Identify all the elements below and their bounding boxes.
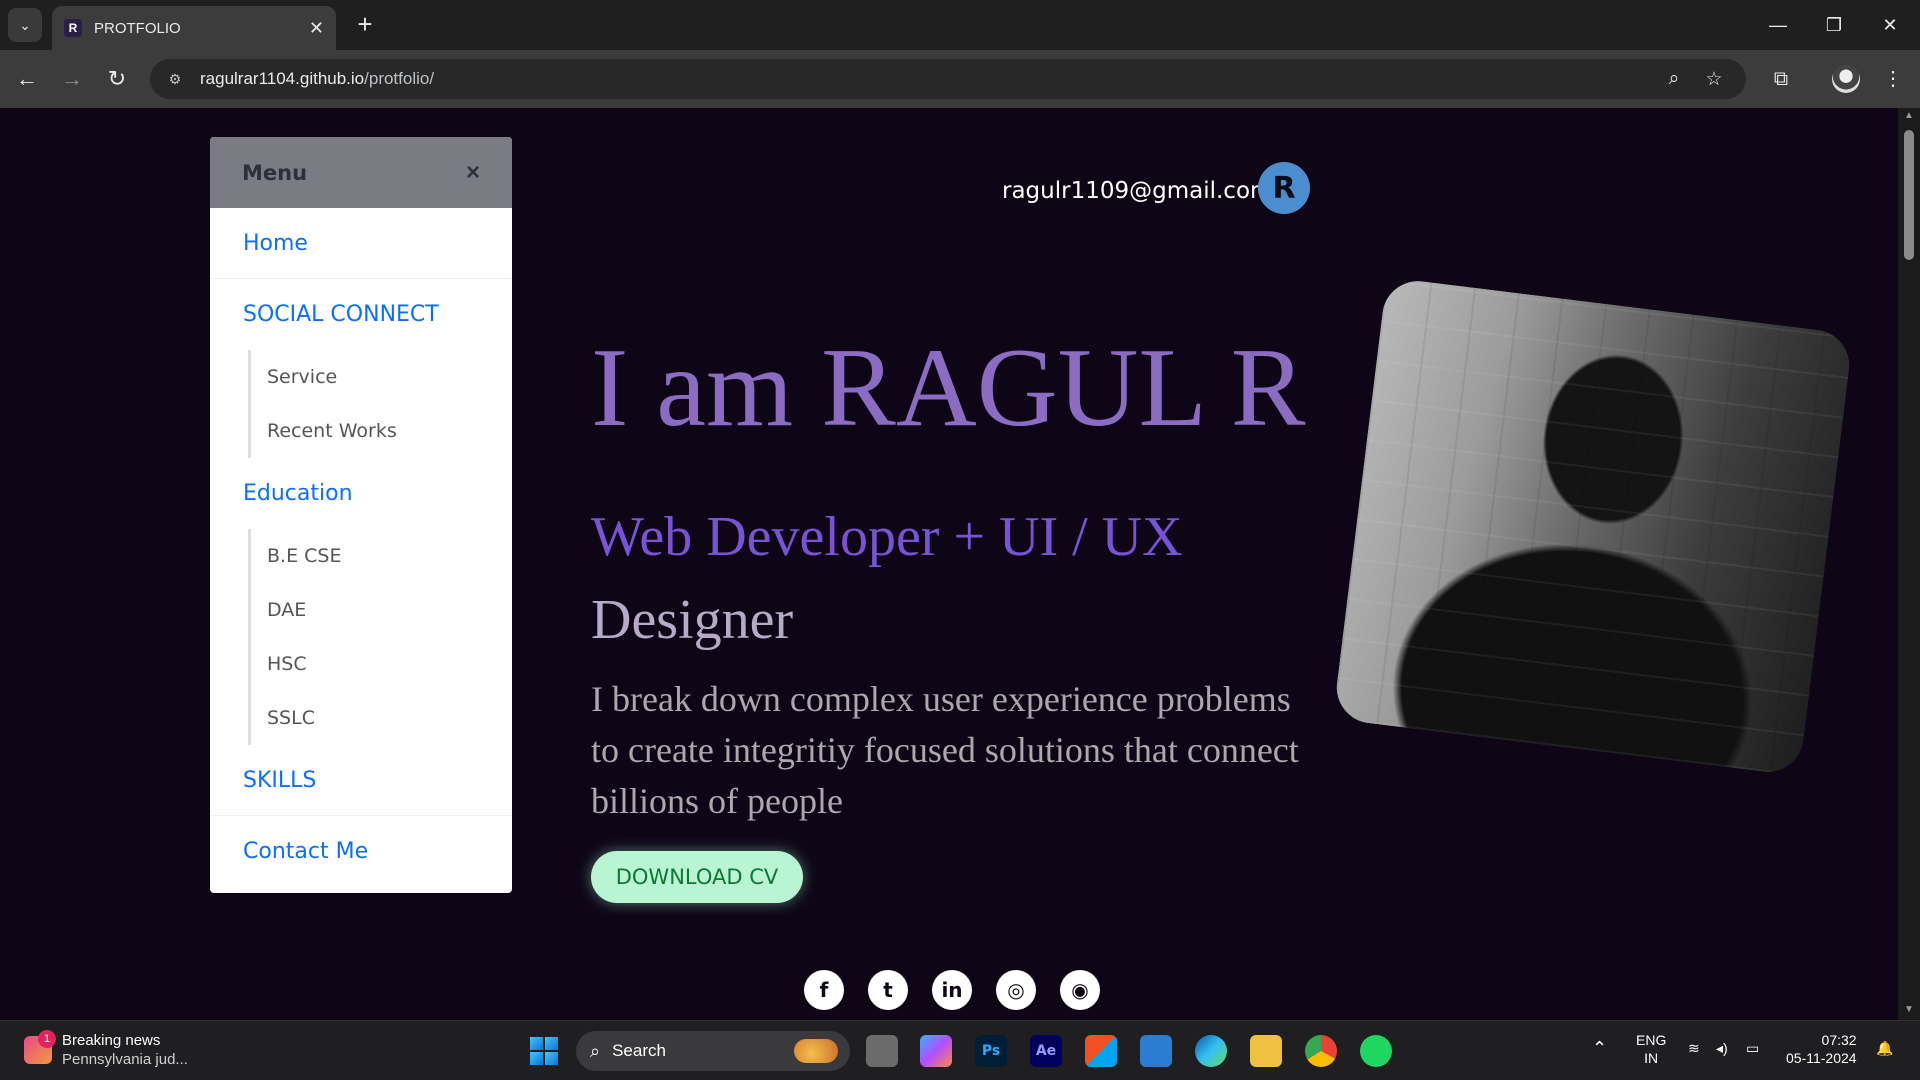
- submenu-social-connect: Service Recent Works: [248, 350, 512, 458]
- profile-photo: [1332, 277, 1854, 776]
- wifi-icon[interactable]: ≋: [1688, 1039, 1700, 1057]
- page-scrollbar[interactable]: ▲ ▼: [1898, 108, 1920, 1020]
- file-explorer-icon[interactable]: [1250, 1035, 1282, 1067]
- windows-taskbar: 1 Breaking news Pennsylvania jud... ⌕ Se…: [0, 1020, 1920, 1080]
- news-icon: 1: [24, 1030, 56, 1064]
- scroll-up-icon[interactable]: ▲: [1903, 110, 1915, 121]
- submenu-item-dae[interactable]: DAE: [267, 583, 512, 637]
- site-info-icon[interactable]: ⚙: [164, 68, 186, 90]
- restore-button[interactable]: ❐: [1814, 8, 1854, 42]
- news-subtitle: Pennsylvania jud...: [62, 1051, 188, 1068]
- window-close-button[interactable]: ✕: [1870, 8, 1910, 42]
- copilot-icon[interactable]: [920, 1035, 952, 1067]
- search-highlight-icon: [794, 1039, 838, 1063]
- more-options-icon[interactable]: ⋮: [1876, 62, 1910, 96]
- back-button[interactable]: ←: [10, 62, 44, 96]
- close-icon[interactable]: ×: [466, 159, 480, 187]
- browser-tab-strip: ⌄ R PROTFOLIO ✕ + — ❐ ✕: [0, 0, 1920, 50]
- role-highlight: Web Developer + UI / UX: [591, 506, 1183, 568]
- browser-tab[interactable]: R PROTFOLIO ✕: [52, 6, 336, 50]
- bookmark-star-icon[interactable]: ☆: [1700, 68, 1728, 90]
- scrollbar-thumb[interactable]: [1904, 130, 1914, 260]
- download-cv-button[interactable]: DOWNLOAD CV: [591, 851, 803, 903]
- menu-item-home[interactable]: Home: [210, 208, 512, 279]
- forward-button[interactable]: →: [55, 62, 89, 96]
- chevron-down-icon: ⌄: [19, 16, 31, 33]
- submenu-item-hsc[interactable]: HSC: [267, 637, 512, 691]
- spotify-icon[interactable]: [1360, 1035, 1392, 1067]
- close-tab-icon[interactable]: ✕: [309, 18, 324, 39]
- facebook-icon[interactable]: f: [804, 970, 844, 1010]
- favicon-icon: R: [64, 19, 82, 37]
- minimize-button[interactable]: —: [1758, 8, 1798, 42]
- menu-item-social-connect[interactable]: SOCIAL CONNECT: [210, 279, 512, 350]
- search-icon: ⌕: [590, 1040, 601, 1061]
- submenu-item-sslc[interactable]: SSLC: [267, 691, 512, 745]
- github-icon[interactable]: ◉: [1060, 970, 1100, 1010]
- edge-icon[interactable]: [1195, 1035, 1227, 1067]
- tab-title: PROTFOLIO: [94, 19, 181, 37]
- twitter-icon[interactable]: t: [868, 970, 908, 1010]
- menu-item-education[interactable]: Education: [210, 458, 512, 529]
- menu-title: Menu: [242, 160, 308, 185]
- email-address[interactable]: ragulr1109@gmail.com: [1002, 178, 1272, 204]
- news-badge: 1: [38, 1030, 56, 1048]
- volume-icon[interactable]: ◂): [1716, 1039, 1728, 1057]
- mail-icon[interactable]: [1140, 1035, 1172, 1067]
- browser-toolbar: ← → ↻ ⚙ ragulrar1104.github.io/protfolio…: [0, 50, 1920, 108]
- tab-search-button[interactable]: ⌄: [8, 8, 42, 42]
- notification-bell-icon[interactable]: 🔔: [1876, 1039, 1893, 1057]
- taskbar-search[interactable]: ⌕ Search: [576, 1031, 850, 1071]
- new-tab-button[interactable]: +: [350, 10, 380, 40]
- social-links: f t in ◎ ◉: [804, 970, 1100, 1010]
- battery-icon[interactable]: ▭: [1746, 1039, 1759, 1057]
- avatar[interactable]: R: [1258, 162, 1310, 214]
- submenu-item-service[interactable]: Service: [267, 350, 512, 404]
- role-rest: Designer: [591, 589, 794, 651]
- zoom-icon[interactable]: ⌕: [1660, 68, 1688, 90]
- extensions-icon[interactable]: ⧉: [1764, 62, 1798, 96]
- photoshop-icon[interactable]: Ps: [975, 1035, 1007, 1067]
- news-title: Breaking news: [62, 1032, 161, 1049]
- submenu-item-recent-works[interactable]: Recent Works: [267, 404, 512, 458]
- task-view-icon[interactable]: [866, 1035, 898, 1067]
- profile-avatar[interactable]: [1832, 65, 1860, 93]
- portfolio-page: Menu × Home SOCIAL CONNECT Service Recen…: [0, 108, 1898, 1020]
- submenu-item-be-cse[interactable]: B.E CSE: [267, 529, 512, 583]
- instagram-icon[interactable]: ◎: [996, 970, 1036, 1010]
- side-menu: Menu × Home SOCIAL CONNECT Service Recen…: [210, 137, 512, 893]
- hero-role: Web Developer + UI / UX Designer: [591, 496, 1291, 662]
- windows-start-icon[interactable]: [530, 1037, 558, 1065]
- submenu-education: B.E CSE DAE HSC SSLC: [248, 529, 512, 745]
- chrome-icon[interactable]: [1305, 1035, 1337, 1067]
- url-text: ragulrar1104.github.io/protfolio/: [200, 69, 435, 88]
- menu-item-contact-me[interactable]: Contact Me: [210, 816, 512, 887]
- hero-title: I am RAGUL R: [591, 326, 1306, 450]
- search-label: Search: [612, 1041, 666, 1060]
- tray-overflow-icon[interactable]: ⌃: [1592, 1039, 1607, 1057]
- hero-description: I break down complex user experience pro…: [591, 679, 1299, 821]
- microsoft-store-icon[interactable]: [1085, 1035, 1117, 1067]
- address-bar[interactable]: ⚙ ragulrar1104.github.io/protfolio/ ⌕ ☆: [150, 59, 1746, 99]
- language-indicator[interactable]: ENG IN: [1636, 1031, 1666, 1067]
- reload-button[interactable]: ↻: [100, 62, 134, 96]
- clock[interactable]: 07:32 05-11-2024: [1786, 1031, 1857, 1067]
- after-effects-icon[interactable]: Ae: [1030, 1035, 1062, 1067]
- menu-header: Menu ×: [210, 137, 512, 208]
- scroll-down-icon[interactable]: ▼: [1903, 1004, 1915, 1015]
- news-widget[interactable]: 1 Breaking news Pennsylvania jud...: [24, 1030, 188, 1069]
- linkedin-icon[interactable]: in: [932, 970, 972, 1010]
- menu-item-skills[interactable]: SKILLS: [210, 745, 512, 816]
